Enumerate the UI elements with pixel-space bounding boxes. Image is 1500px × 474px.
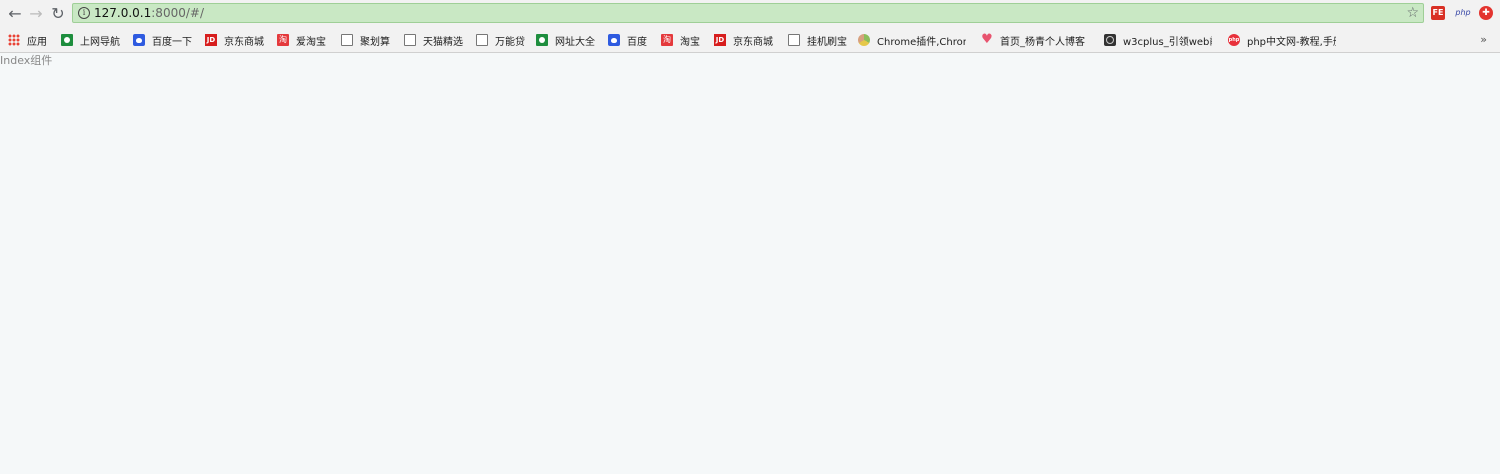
address-url[interactable]: 127.0.0.1:8000/#/ xyxy=(94,6,204,21)
bookmark-label: 百度 xyxy=(627,36,647,48)
url-path: :8000/#/ xyxy=(151,6,204,20)
bookmark-item[interactable]: 万能贷 xyxy=(475,32,525,48)
bookmark-item[interactable]: 淘 淘宝 xyxy=(661,32,700,48)
bookmark-item[interactable]: 聚划算 xyxy=(340,32,390,48)
page-content: Index组件 xyxy=(0,54,52,68)
jd-logo-icon: JD xyxy=(714,34,726,46)
bookmark-label: 网址大全 xyxy=(555,36,595,48)
bookmark-item[interactable]: 挂机刷宝 xyxy=(787,32,847,48)
chrome-extension-icon xyxy=(858,34,870,46)
bookmark-item[interactable]: w3cplus_引领web前 xyxy=(1104,32,1212,48)
bookmark-item[interactable]: 天猫精选 xyxy=(403,32,463,48)
bookmark-label: Chrome插件,Chrome xyxy=(877,36,966,48)
bookmark-item[interactable]: 淘 爱淘宝 xyxy=(277,32,326,48)
bookmark-label: 挂机刷宝 xyxy=(807,36,847,48)
bookmark-label: w3cplus_引领web前 xyxy=(1123,36,1212,48)
bookmark-label: 京东商城 xyxy=(733,36,773,48)
bookmark-item[interactable]: ♥ 首页_杨青个人博客 - xyxy=(981,32,1085,48)
php-extension-icon[interactable]: php xyxy=(1454,6,1472,20)
bookmark-item[interactable]: 网址大全 xyxy=(536,32,595,48)
back-button-icon[interactable]: ← xyxy=(6,5,24,23)
bookmark-label: 爱淘宝 xyxy=(296,36,326,48)
bookmark-item[interactable]: JD 京东商城 xyxy=(714,32,773,48)
bookmark-star-icon[interactable]: ☆ xyxy=(1406,5,1419,21)
bookmark-label: 应用 xyxy=(27,36,47,48)
bookmark-label: 天猫精选 xyxy=(423,36,463,48)
bookmark-item[interactable]: php php中文网-教程,手册 xyxy=(1228,32,1336,48)
bookmark-label: 首页_杨青个人博客 - xyxy=(1000,36,1085,48)
bookmark-label: 万能贷 xyxy=(495,36,525,48)
bookmark-label: 京东商城 xyxy=(224,36,264,48)
php-cn-icon: php xyxy=(1228,34,1240,46)
bookmark-item[interactable]: 上网导航 xyxy=(61,32,120,48)
baidu-paw-icon xyxy=(133,34,145,46)
page-icon xyxy=(788,34,800,46)
fe-extension-icon[interactable]: FE xyxy=(1431,6,1445,20)
site-info-icon[interactable]: i xyxy=(78,7,90,19)
page-icon xyxy=(404,34,416,46)
bookmark-label: 上网导航 xyxy=(80,36,120,48)
taobao-logo-icon: 淘 xyxy=(277,34,289,46)
navigation-site-icon xyxy=(61,34,73,46)
bookmark-label: 百度一下 xyxy=(152,36,192,48)
bookmark-label: php中文网-教程,手册 xyxy=(1247,36,1336,48)
bookmark-label: 淘宝 xyxy=(680,36,700,48)
jd-logo-icon: JD xyxy=(205,34,217,46)
browser-toolbar: ← → ↻ i 127.0.0.1:8000/#/ ☆ FE php ✚ xyxy=(0,0,1500,28)
taobao-logo-icon: 淘 xyxy=(661,34,673,46)
more-bookmarks-button[interactable]: » xyxy=(1480,32,1487,48)
url-host: 127.0.0.1 xyxy=(94,6,152,20)
bookmarks-bar: 应用 上网导航 百度一下 JD 京东商城 淘 爱淘宝 聚划算 天猫精选 万能贷 … xyxy=(0,28,1500,53)
w3cplus-icon xyxy=(1104,34,1116,46)
page-icon xyxy=(476,34,488,46)
bookmark-apps[interactable]: 应用 xyxy=(8,32,47,48)
bookmark-item[interactable]: JD 京东商城 xyxy=(205,32,264,48)
red-extension-icon[interactable]: ✚ xyxy=(1479,6,1493,20)
reload-button-icon[interactable]: ↻ xyxy=(49,5,67,23)
page-icon xyxy=(341,34,353,46)
forward-button-icon[interactable]: → xyxy=(27,5,45,23)
index-component-text: Index组件 xyxy=(0,54,53,67)
bookmark-item[interactable]: 百度一下 xyxy=(133,32,192,48)
bookmark-item[interactable]: Chrome插件,Chrome xyxy=(858,32,966,48)
baidu-paw-icon xyxy=(608,34,620,46)
address-bar[interactable]: i 127.0.0.1:8000/#/ ☆ xyxy=(72,3,1424,23)
apps-grid-icon xyxy=(8,34,20,46)
bookmark-label: 聚划算 xyxy=(360,36,390,48)
heart-icon: ♥ xyxy=(981,32,993,47)
navigation-site-icon xyxy=(536,34,548,46)
bookmark-item[interactable]: 百度 xyxy=(608,32,647,48)
